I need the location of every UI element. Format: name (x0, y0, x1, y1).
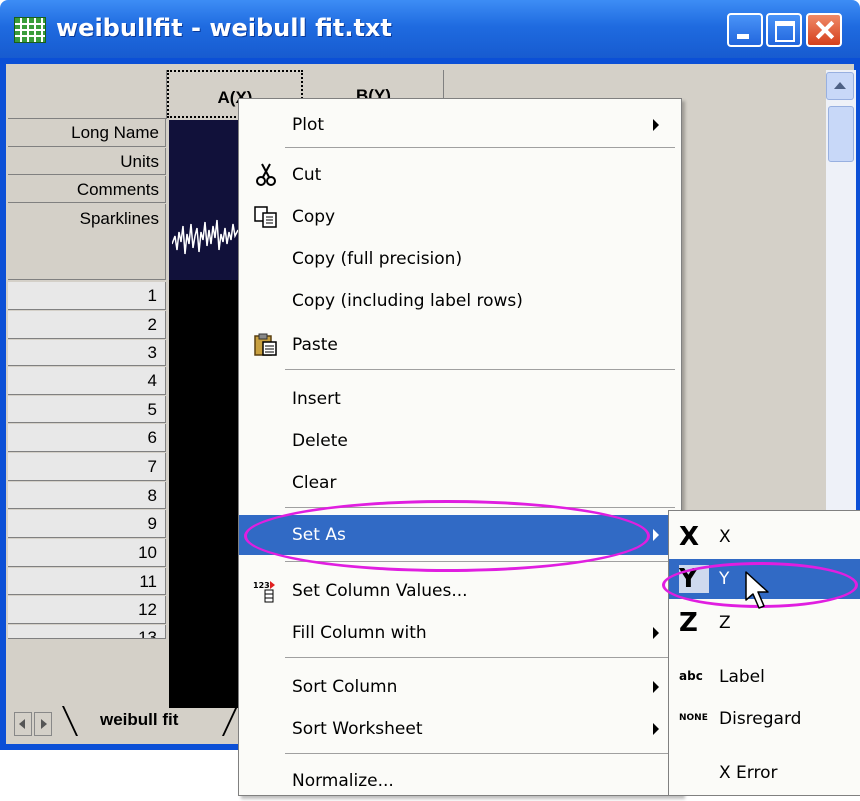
menu-separator (285, 753, 675, 754)
row-number[interactable]: 5 (8, 396, 166, 423)
row-number[interactable]: 9 (8, 510, 166, 538)
x-column-icon: X (679, 522, 700, 552)
row-number[interactable]: 13 (8, 625, 166, 639)
sheet-prev-button[interactable] (14, 712, 32, 736)
sheet-next-button[interactable] (34, 712, 52, 736)
row-number[interactable]: 1 (8, 282, 166, 310)
submenu-item-label: X Error (719, 763, 778, 783)
menu-item-sort-column[interactable]: Sort Column (239, 667, 681, 707)
submenu-item-label: X (719, 527, 731, 547)
row-number[interactable]: 4 (8, 367, 166, 395)
menu-item-label: Clear (292, 473, 337, 493)
menu-item-label: Insert (292, 389, 341, 409)
menu-item-sort-worksheet[interactable]: Sort Worksheet (239, 709, 681, 749)
menu-item-copy-including-label-rows[interactable]: Copy (including label rows) (239, 281, 681, 321)
row-number[interactable]: 6 (8, 424, 166, 452)
menu-item-label: Fill Column with (292, 623, 427, 643)
mouse-cursor-icon (745, 571, 769, 609)
sparkline-chart (172, 219, 239, 255)
menu-item-clear[interactable]: Clear (239, 463, 681, 503)
minimize-button[interactable] (727, 13, 763, 47)
label-column-icon: abc (679, 669, 703, 683)
column-values-icon: 123 (253, 581, 275, 603)
svg-text:123: 123 (253, 581, 270, 590)
menu-item-label: Normalize... (292, 771, 394, 791)
menu-separator (285, 657, 675, 658)
context-menu: Plot Cut Copy Copy (full precision) Copy… (238, 98, 682, 796)
row-label-sparklines[interactable]: Sparklines (8, 204, 166, 280)
row-number[interactable]: 8 (8, 482, 166, 509)
menu-item-normalize[interactable]: Normalize... (239, 761, 681, 801)
row-label-long-name[interactable]: Long Name (8, 119, 166, 147)
menu-item-plot[interactable]: Plot (239, 105, 681, 145)
submenu-item-label: Label (719, 667, 765, 687)
menu-item-label: Cut (292, 165, 322, 185)
z-column-icon: Z (679, 608, 698, 638)
title-bar[interactable]: weibullfit - weibull fit.txt (0, 0, 860, 58)
scroll-thumb[interactable] (828, 106, 854, 162)
grid-corner[interactable] (8, 70, 167, 119)
submenu-arrow-icon (653, 529, 659, 541)
submenu-arrow-icon (653, 119, 659, 131)
set-as-submenu: X X Y Y Z Z abc Label NONE Disregard X E… (668, 510, 860, 796)
scroll-up-arrow-icon[interactable] (826, 72, 854, 100)
menu-item-copy[interactable]: Copy (239, 197, 681, 237)
row-number[interactable]: 3 (8, 340, 166, 366)
row-number[interactable]: 7 (8, 453, 166, 481)
submenu-item-label: Z (719, 613, 731, 633)
worksheet-icon (14, 17, 46, 43)
row-label-units[interactable]: Units (8, 148, 166, 175)
menu-separator (285, 369, 675, 370)
menu-item-label: Sort Worksheet (292, 719, 423, 739)
menu-item-label: Copy (including label rows) (292, 291, 523, 311)
window-title: weibullfit - weibull fit.txt (56, 14, 392, 42)
menu-item-fill-column-with[interactable]: Fill Column with (239, 613, 681, 653)
menu-item-set-column-values[interactable]: 123 Set Column Values... (239, 571, 681, 611)
menu-item-label: Copy (292, 207, 336, 227)
submenu-item-disregard[interactable]: NONE Disregard (669, 699, 860, 739)
menu-item-label: Copy (full precision) (292, 249, 463, 269)
menu-item-label: Plot (292, 115, 325, 135)
close-button[interactable] (806, 13, 842, 47)
row-number[interactable]: 11 (8, 568, 166, 595)
menu-item-label: Delete (292, 431, 348, 451)
disregard-column-icon: NONE (679, 713, 708, 723)
sheet-tab-weibull-fit[interactable]: weibull fit (100, 710, 178, 730)
menu-separator (285, 147, 675, 148)
menu-item-label: Sort Column (292, 677, 398, 697)
menu-item-label: Set Column Values... (292, 581, 468, 601)
submenu-item-x-error[interactable]: X Error (669, 753, 860, 793)
maximize-button[interactable] (766, 13, 802, 47)
submenu-item-label: Disregard (719, 709, 802, 729)
menu-item-copy-full-precision[interactable]: Copy (full precision) (239, 239, 681, 279)
row-number[interactable]: 12 (8, 596, 166, 624)
submenu-arrow-icon (653, 723, 659, 735)
row-label-comments[interactable]: Comments (8, 176, 166, 203)
submenu-arrow-icon (653, 627, 659, 639)
menu-item-delete[interactable]: Delete (239, 421, 681, 461)
menu-item-cut[interactable]: Cut (239, 155, 681, 195)
menu-item-paste[interactable]: Paste (239, 325, 681, 365)
copy-icon (254, 206, 277, 228)
submenu-item-x[interactable]: X X (669, 517, 860, 557)
scissors-icon (256, 163, 276, 186)
row-number[interactable]: 10 (8, 539, 166, 567)
menu-item-insert[interactable]: Insert (239, 379, 681, 419)
set-as-highlight-ellipse (244, 500, 650, 572)
paste-icon (254, 333, 277, 356)
submenu-item-label[interactable]: abc Label (669, 657, 860, 697)
row-number[interactable]: 2 (8, 311, 166, 339)
menu-item-label: Paste (292, 335, 338, 355)
submenu-arrow-icon (653, 681, 659, 693)
